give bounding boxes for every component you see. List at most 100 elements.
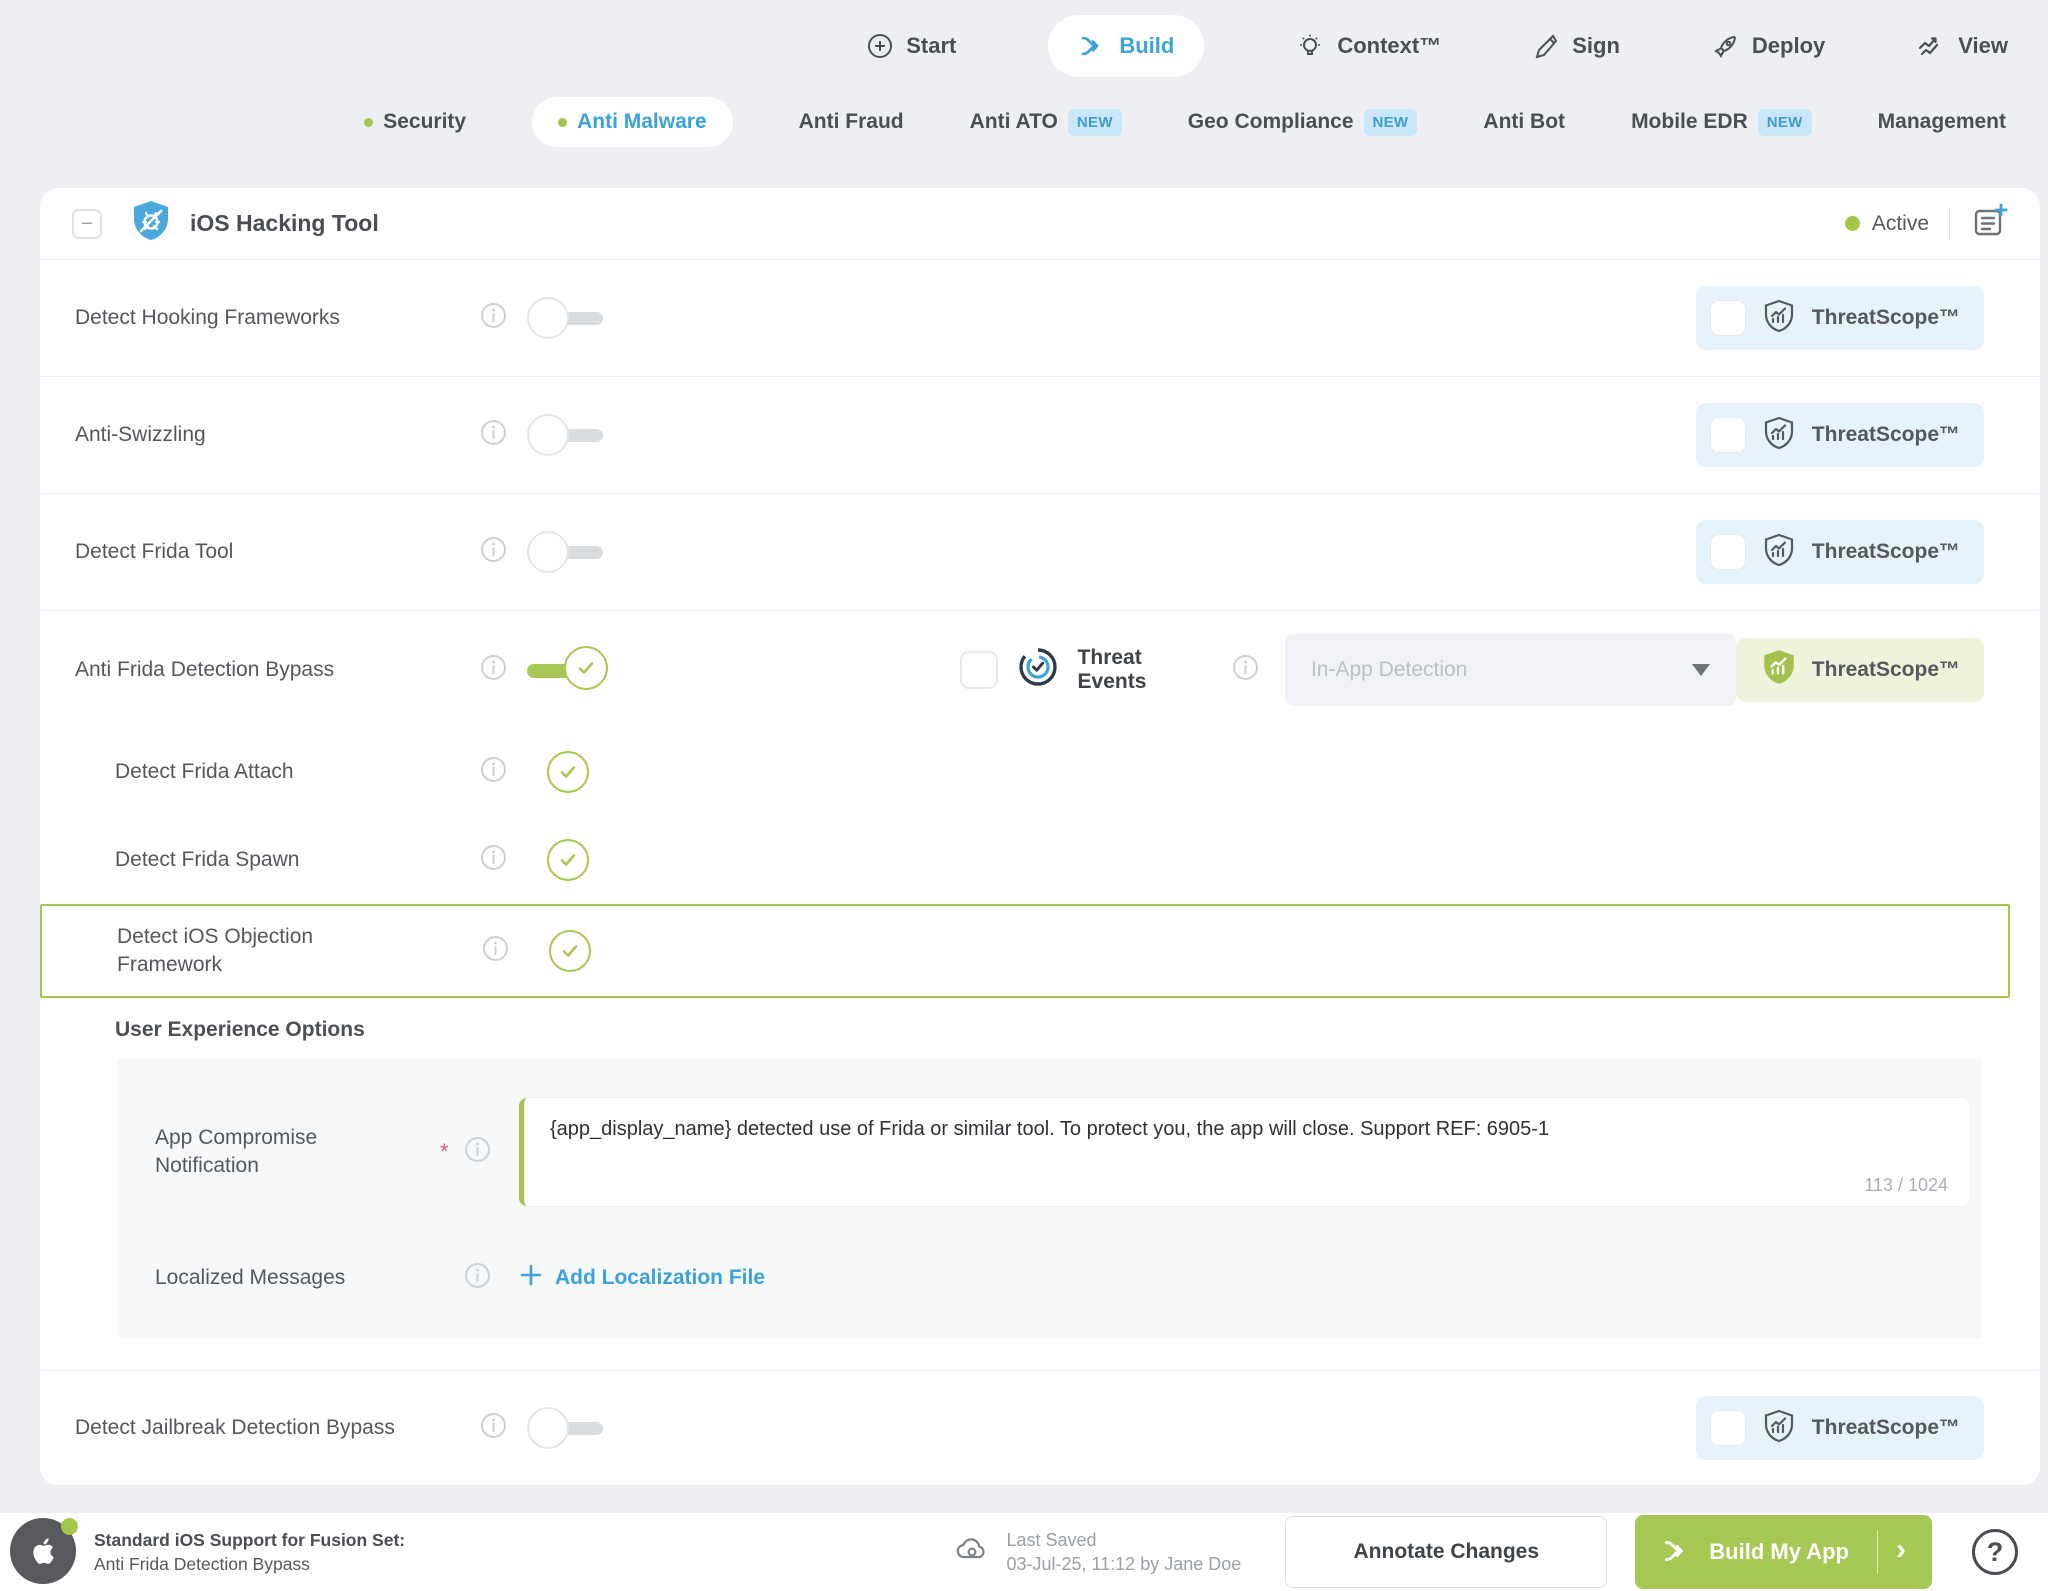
add-localization-file-label: Add Localization File	[555, 1266, 765, 1290]
tab-anti-fraud-label: Anti Fraud	[799, 110, 904, 134]
chevron-right-icon: ›	[1896, 1535, 1906, 1569]
platform-indicator	[10, 1518, 78, 1586]
threatscope-checkbox[interactable]	[1710, 300, 1746, 336]
toggle-detect-jailbreak-detection-bypass[interactable]	[527, 1406, 603, 1450]
fusion-icon	[1661, 1536, 1691, 1569]
info-icon[interactable]	[480, 302, 507, 334]
tab-geo-compliance-label: Geo Compliance	[1188, 110, 1354, 134]
toggle-knob	[527, 1407, 569, 1449]
nav-start[interactable]: Start	[867, 33, 956, 59]
nav-deploy[interactable]: Deploy	[1712, 33, 1825, 60]
panel-title: iOS Hacking Tool	[190, 210, 379, 237]
threatscope-chip[interactable]: ThreatScope™	[1696, 520, 1984, 584]
subrow-detect-ios-objection-framework-highlighted[interactable]: Detect iOS Objection Framework	[40, 904, 2010, 998]
row-label: Detect Hooking Frameworks	[75, 306, 480, 330]
row-detect-frida-tool: Detect Frida Tool ThreatScope™	[40, 494, 2040, 611]
cloud-sync-icon	[954, 1532, 990, 1573]
build-my-app-label: Build My App	[1709, 1539, 1849, 1565]
dropdown-placeholder: In-App Detection	[1311, 658, 1467, 682]
nav-view[interactable]: View	[1917, 32, 2008, 60]
tab-anti-ato[interactable]: Anti ATO NEW	[970, 109, 1122, 136]
notification-input[interactable]: {app_display_name} detected use of Frida…	[519, 1098, 1970, 1206]
nav-build[interactable]: Build	[1048, 15, 1204, 77]
ux-options-heading: User Experience Options	[115, 1018, 2040, 1042]
tab-anti-bot[interactable]: Anti Bot	[1483, 110, 1565, 134]
toggle-anti-swizzling[interactable]	[527, 413, 603, 457]
threatscope-chip[interactable]: ThreatScope™	[1696, 1396, 1984, 1460]
collapse-button[interactable]: −	[72, 209, 102, 239]
nav-deploy-label: Deploy	[1752, 33, 1825, 59]
tab-mobile-edr[interactable]: Mobile EDR NEW	[1631, 109, 1812, 136]
info-icon[interactable]	[1232, 654, 1259, 686]
tab-management[interactable]: Management	[1878, 110, 2006, 134]
threatscope-chip-active[interactable]: ThreatScope™	[1736, 638, 1984, 702]
threat-events-group: Threat Events	[960, 645, 1259, 694]
add-note-icon[interactable]	[1970, 201, 2010, 246]
last-saved-detail: 03-Jul-25, 11:12 by Jane Doe	[1006, 1552, 1241, 1576]
tab-security-label: Security	[383, 110, 466, 134]
info-icon[interactable]	[480, 419, 507, 451]
info-icon[interactable]	[480, 654, 507, 686]
app-compromise-notification-row: App Compromise Notification * {app_displ…	[117, 1098, 1970, 1206]
nav-sign[interactable]: Sign	[1533, 33, 1620, 59]
in-app-detection-select[interactable]: In-App Detection	[1285, 634, 1736, 706]
help-label: ?	[1987, 1537, 2004, 1568]
check-detect-frida-attach[interactable]	[547, 751, 589, 793]
localized-messages-row: Localized Messages Add Localization File	[117, 1262, 1970, 1294]
anti-malware-status-dot	[558, 118, 567, 127]
info-icon[interactable]	[480, 1412, 507, 1444]
nav-context-label: Context™	[1337, 33, 1441, 59]
toggle-detect-hooking-frameworks[interactable]	[527, 296, 603, 340]
tab-anti-malware[interactable]: Anti Malware	[532, 97, 733, 147]
info-icon[interactable]	[480, 756, 507, 788]
lightbulb-icon	[1296, 32, 1324, 60]
footer-bar: Standard iOS Support for Fusion Set: Ant…	[0, 1513, 2048, 1591]
row-label: Detect Jailbreak Detection Bypass	[75, 1416, 480, 1440]
tab-security[interactable]: Security	[364, 110, 466, 134]
tab-anti-malware-label: Anti Malware	[577, 110, 707, 134]
header-divider	[1949, 208, 1950, 240]
last-saved-text: Last Saved 03-Jul-25, 11:12 by Jane Doe	[1006, 1528, 1241, 1577]
build-button-divider	[1877, 1530, 1878, 1574]
ios-hacking-tool-panel: − iOS Hacking Tool Active	[40, 188, 2040, 1485]
rocket-icon	[1712, 33, 1739, 60]
info-icon[interactable]	[464, 1262, 491, 1294]
info-icon[interactable]	[482, 935, 509, 967]
info-icon[interactable]	[464, 1136, 491, 1168]
threat-events-checkbox[interactable]	[960, 651, 997, 689]
add-localization-file-link[interactable]: Add Localization File	[519, 1263, 765, 1293]
annotate-changes-button[interactable]: Annotate Changes	[1285, 1516, 1607, 1588]
fusion-set-title: Standard iOS Support for Fusion Set:	[94, 1530, 405, 1551]
info-icon[interactable]	[480, 844, 507, 876]
subrow-label: Detect Frida Attach	[115, 760, 480, 784]
check-detect-ios-objection-framework[interactable]	[549, 930, 591, 972]
build-my-app-button[interactable]: Build My App ›	[1635, 1515, 1932, 1589]
threatscope-shield-icon	[1761, 532, 1797, 573]
toggle-detect-frida-tool[interactable]	[527, 530, 603, 574]
fusion-icon	[1078, 32, 1106, 60]
check-detect-frida-spawn[interactable]	[547, 839, 589, 881]
plus-icon	[519, 1263, 543, 1293]
threatscope-checkbox[interactable]	[1710, 1410, 1746, 1446]
nav-start-label: Start	[906, 33, 956, 59]
row-label: Anti-Swizzling	[75, 423, 480, 447]
threatscope-chip[interactable]: ThreatScope™	[1696, 286, 1984, 350]
subrow-label: Detect Frida Spawn	[115, 848, 480, 872]
notification-text: {app_display_name} detected use of Frida…	[550, 1118, 1549, 1140]
info-icon[interactable]	[480, 536, 507, 568]
tab-anti-fraud[interactable]: Anti Fraud	[799, 110, 904, 134]
row-detect-hooking-frameworks: Detect Hooking Frameworks ThreatScope™	[40, 260, 2040, 377]
tab-geo-compliance[interactable]: Geo Compliance NEW	[1188, 109, 1418, 136]
help-button[interactable]: ?	[1972, 1529, 2018, 1575]
feature-navigation: Security Anti Malware Anti Fraud Anti AT…	[0, 92, 2048, 152]
nav-context[interactable]: Context™	[1296, 32, 1441, 60]
threatscope-checkbox[interactable]	[1710, 534, 1746, 570]
fusion-set-info: Standard iOS Support for Fusion Set: Ant…	[94, 1530, 405, 1575]
threatscope-shield-icon	[1761, 298, 1797, 339]
tab-anti-bot-label: Anti Bot	[1483, 110, 1565, 134]
threatscope-checkbox[interactable]	[1710, 417, 1746, 453]
status-label: Active	[1872, 212, 1929, 236]
threatscope-chip[interactable]: ThreatScope™	[1696, 403, 1984, 467]
toggle-knob	[527, 297, 569, 339]
toggle-anti-frida-detection-bypass[interactable]	[527, 646, 608, 694]
